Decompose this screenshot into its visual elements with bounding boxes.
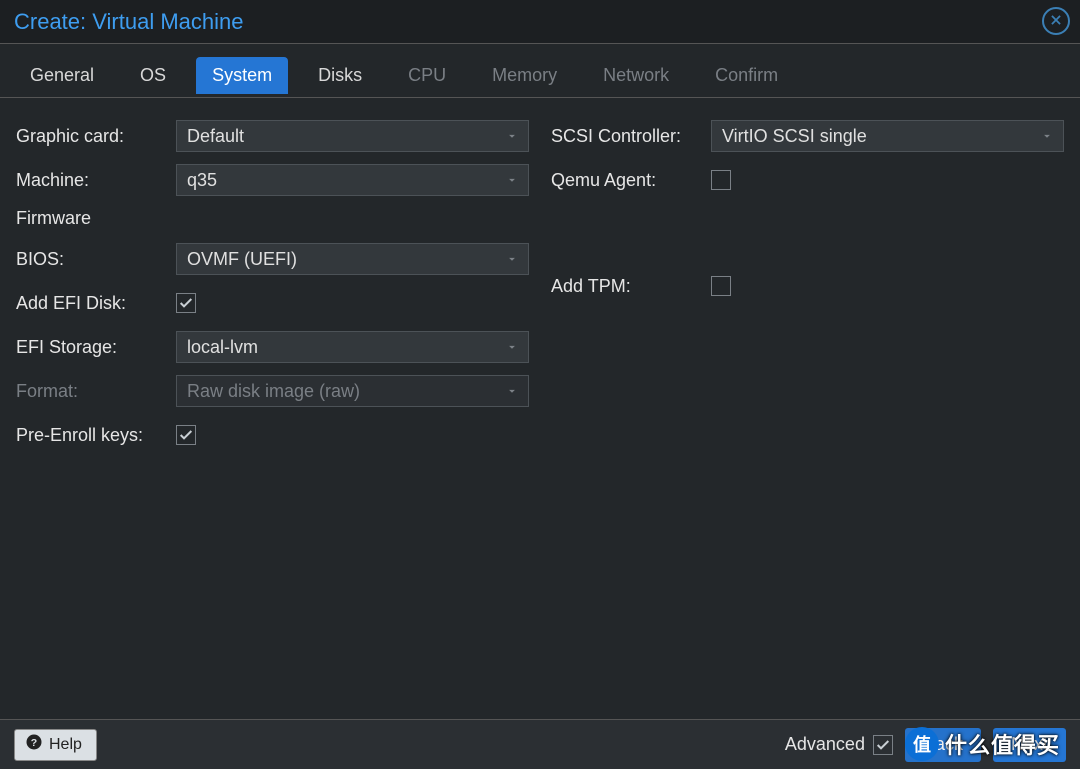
form-right-column: SCSI Controller: VirtIO SCSI single Qemu… xyxy=(551,120,1064,697)
row-format: Format: Raw disk image (raw) xyxy=(16,375,529,407)
advanced-label: Advanced xyxy=(785,734,865,755)
row-add-tpm: Add TPM: xyxy=(551,270,1064,302)
select-bios-value: OVMF (UEFI) xyxy=(187,249,297,270)
tab-os[interactable]: OS xyxy=(124,57,182,94)
close-icon xyxy=(1049,11,1063,32)
label-bios: BIOS: xyxy=(16,249,176,270)
select-machine[interactable]: q35 xyxy=(176,164,529,196)
footer-right: Advanced Back Next xyxy=(785,728,1066,762)
row-bios: BIOS: OVMF (UEFI) xyxy=(16,243,529,275)
label-pre-enroll-keys: Pre-Enroll keys: xyxy=(16,425,176,446)
chevron-down-icon xyxy=(502,381,522,401)
form-left-column: Graphic card: Default Machine: q35 Firmw… xyxy=(16,120,529,697)
select-format-value: Raw disk image (raw) xyxy=(187,381,360,402)
checkbox-pre-enroll-keys[interactable] xyxy=(176,425,196,445)
checkbox-qemu-agent[interactable] xyxy=(711,170,731,190)
section-firmware: Firmware xyxy=(16,208,529,229)
label-add-efi-disk: Add EFI Disk: xyxy=(16,293,176,314)
select-graphic-card[interactable]: Default xyxy=(176,120,529,152)
tab-general[interactable]: General xyxy=(14,57,110,94)
select-scsi-controller-value: VirtIO SCSI single xyxy=(722,126,867,147)
help-button[interactable]: ? Help xyxy=(14,729,97,761)
tab-confirm: Confirm xyxy=(699,57,794,94)
select-efi-storage-value: local-lvm xyxy=(187,337,258,358)
form-body: Graphic card: Default Machine: q35 Firmw… xyxy=(0,98,1080,719)
chevron-down-icon xyxy=(1037,126,1057,146)
select-graphic-card-value: Default xyxy=(187,126,244,147)
tab-network: Network xyxy=(587,57,685,94)
chevron-down-icon xyxy=(502,170,522,190)
chevron-down-icon xyxy=(502,126,522,146)
help-icon: ? xyxy=(25,733,43,756)
chevron-down-icon xyxy=(502,337,522,357)
wizard-tabs: General OS System Disks CPU Memory Netwo… xyxy=(0,44,1080,98)
row-graphic-card: Graphic card: Default xyxy=(16,120,529,152)
help-button-label: Help xyxy=(49,736,82,754)
row-scsi-controller: SCSI Controller: VirtIO SCSI single xyxy=(551,120,1064,152)
chevron-down-icon xyxy=(502,249,522,269)
tab-system[interactable]: System xyxy=(196,57,288,94)
row-add-efi-disk: Add EFI Disk: xyxy=(16,287,529,319)
label-scsi-controller: SCSI Controller: xyxy=(551,126,711,147)
row-qemu-agent: Qemu Agent: xyxy=(551,164,1064,196)
advanced-toggle[interactable]: Advanced xyxy=(785,734,893,755)
label-efi-storage: EFI Storage: xyxy=(16,337,176,358)
label-graphic-card: Graphic card: xyxy=(16,126,176,147)
label-machine: Machine: xyxy=(16,170,176,191)
titlebar: Create: Virtual Machine xyxy=(0,0,1080,44)
row-efi-storage: EFI Storage: local-lvm xyxy=(16,331,529,363)
tab-disks[interactable]: Disks xyxy=(302,57,378,94)
select-format: Raw disk image (raw) xyxy=(176,375,529,407)
row-pre-enroll-keys: Pre-Enroll keys: xyxy=(16,419,529,451)
label-format: Format: xyxy=(16,381,176,402)
select-efi-storage[interactable]: local-lvm xyxy=(176,331,529,363)
select-bios[interactable]: OVMF (UEFI) xyxy=(176,243,529,275)
footer: ? Help Advanced Back Next 值 什么值得买 xyxy=(0,719,1080,769)
tab-cpu: CPU xyxy=(392,57,462,94)
tab-memory: Memory xyxy=(476,57,573,94)
spacer xyxy=(551,208,1064,270)
select-scsi-controller[interactable]: VirtIO SCSI single xyxy=(711,120,1064,152)
checkbox-add-tpm[interactable] xyxy=(711,276,731,296)
svg-text:?: ? xyxy=(31,737,37,749)
checkbox-add-efi-disk[interactable] xyxy=(176,293,196,313)
label-add-tpm: Add TPM: xyxy=(551,276,711,297)
back-button[interactable]: Back xyxy=(905,728,981,762)
close-button[interactable] xyxy=(1042,7,1070,35)
next-button[interactable]: Next xyxy=(993,728,1066,762)
label-qemu-agent: Qemu Agent: xyxy=(551,170,711,191)
select-machine-value: q35 xyxy=(187,170,217,191)
row-machine: Machine: q35 xyxy=(16,164,529,196)
dialog-title: Create: Virtual Machine xyxy=(14,9,244,35)
checkbox-advanced[interactable] xyxy=(873,735,893,755)
